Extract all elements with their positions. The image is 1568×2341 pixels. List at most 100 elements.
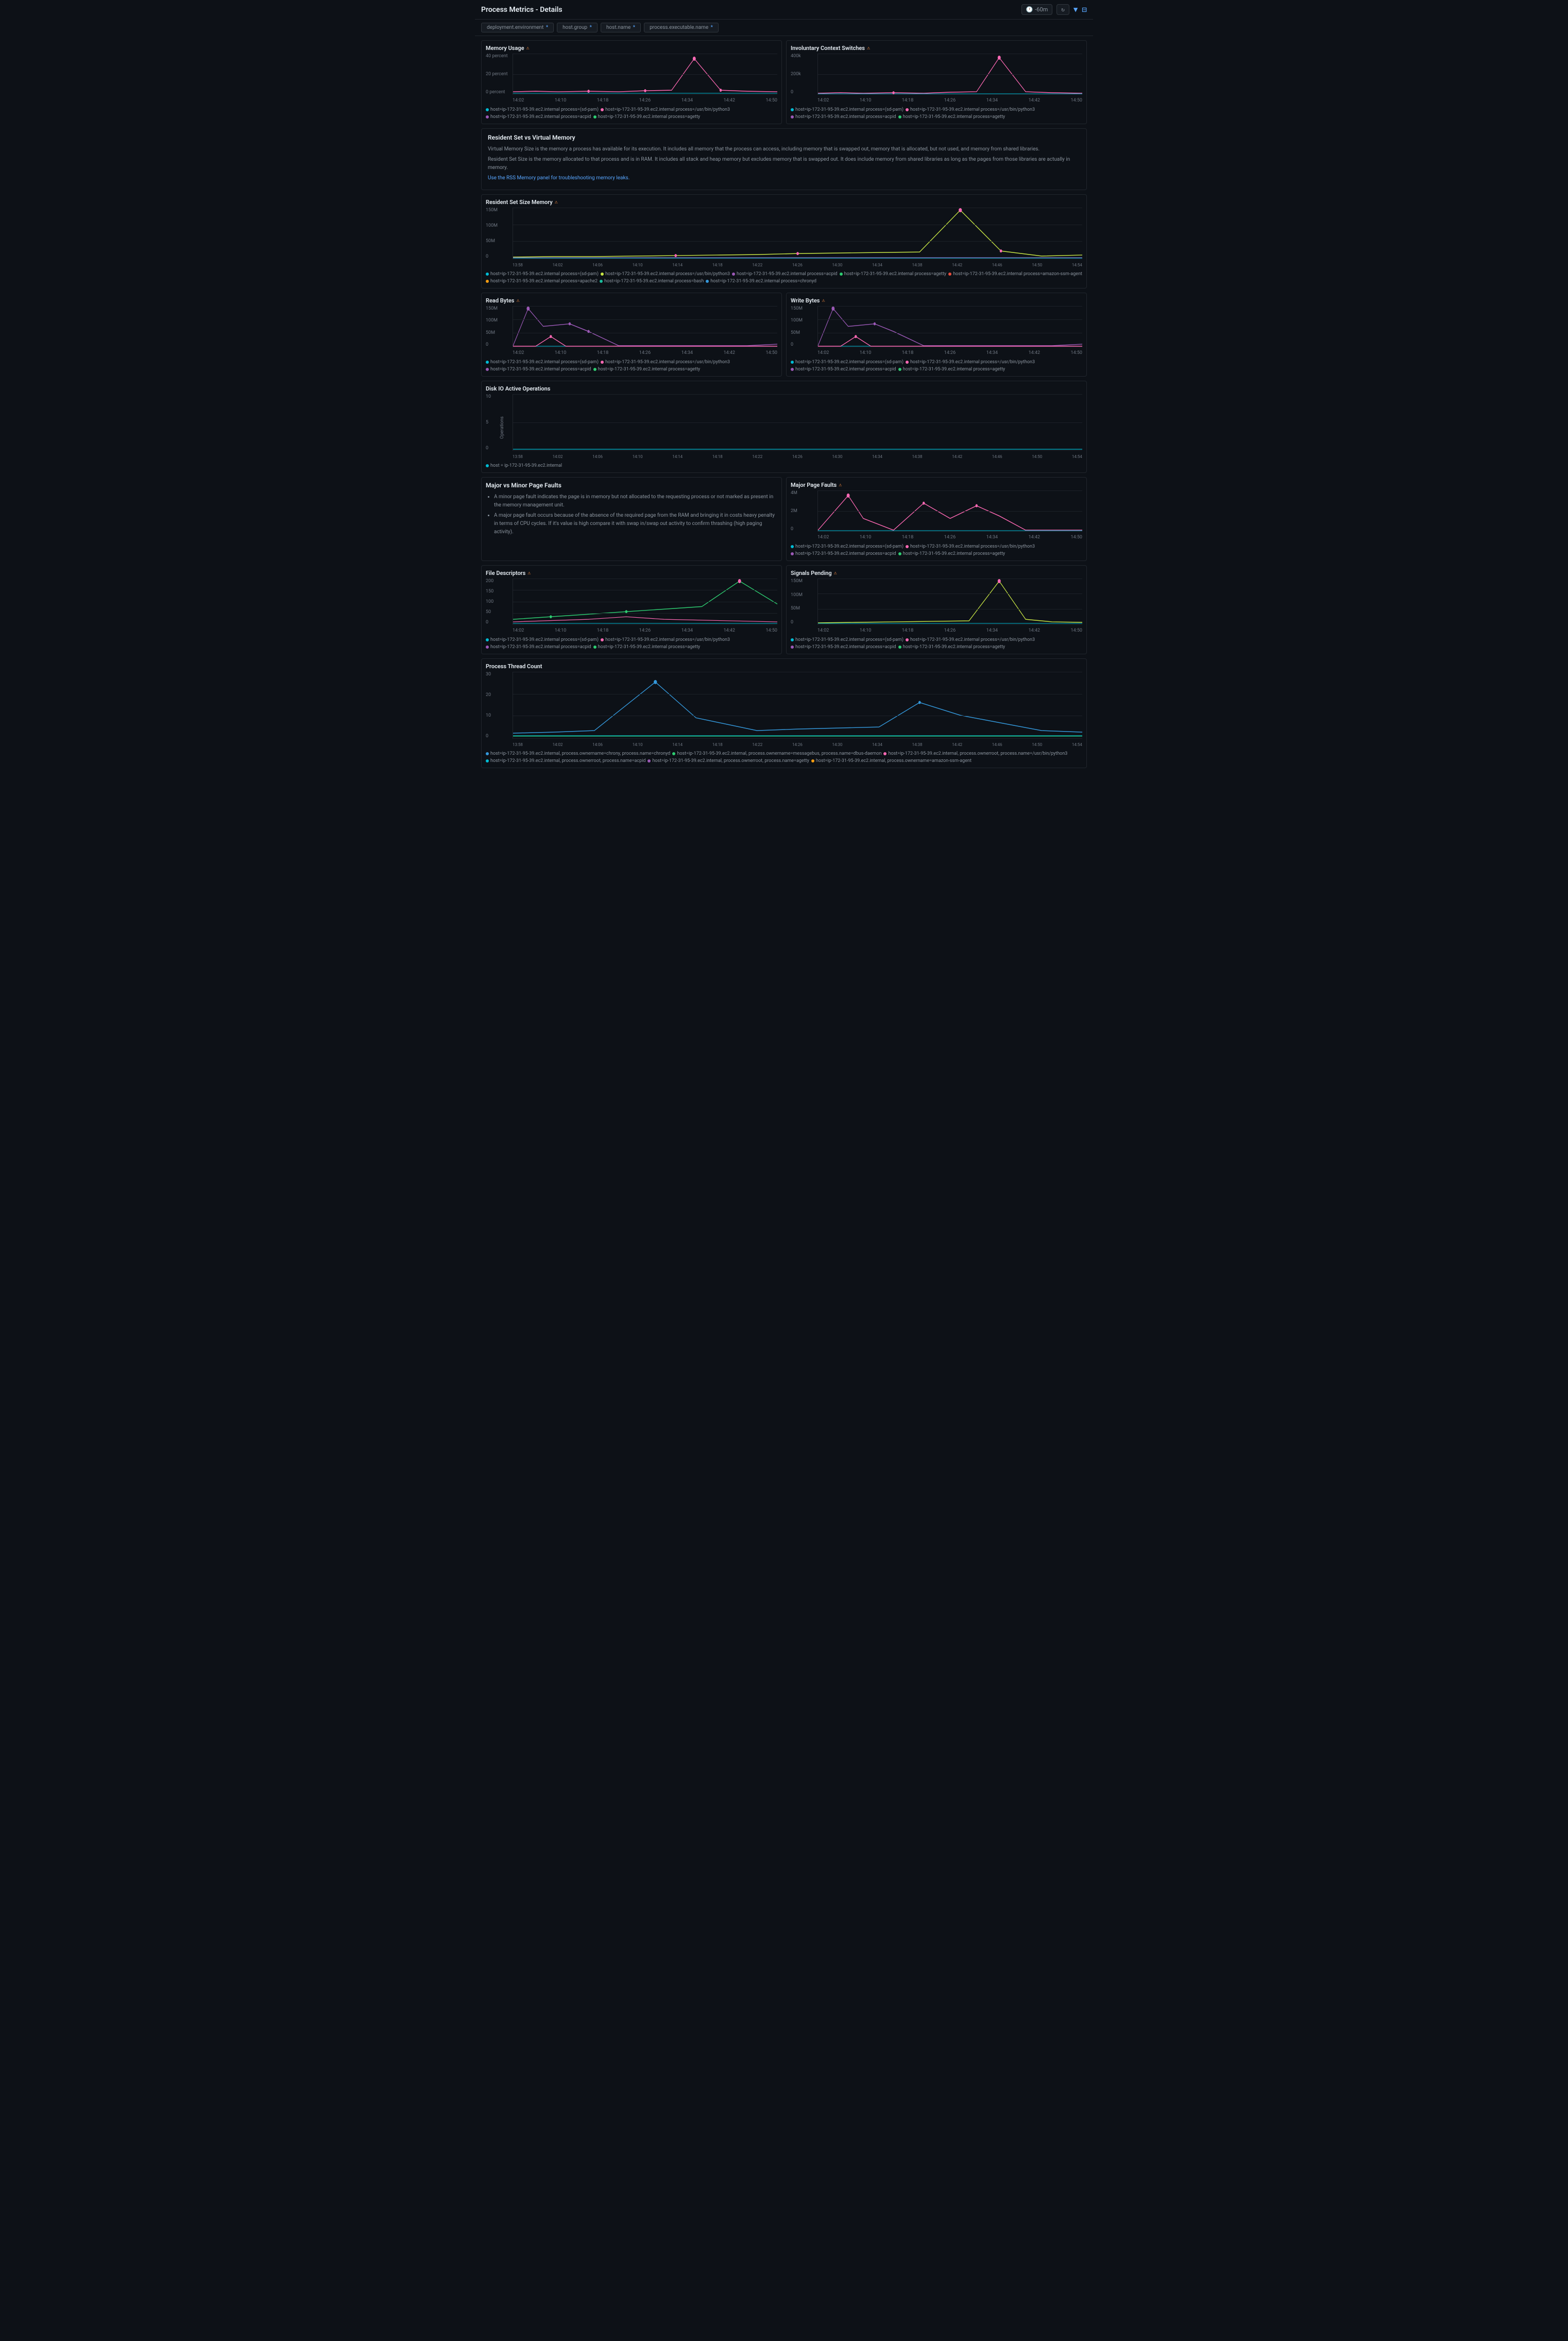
resident-desc2: Resident Set Size is the memory allocate… xyxy=(488,156,1080,172)
signals-x-axis: 14:02 14:10 14:18 14:26 14:34 14:42 14:5… xyxy=(817,626,1082,635)
grid-line xyxy=(513,613,777,614)
memory-y-axis: 40 percent 20 percent 0 percent xyxy=(486,54,513,95)
major-faults-y-axis: 4M 2M 0 xyxy=(791,490,817,532)
clock-icon: 🕐 xyxy=(1026,6,1033,13)
legend-dot xyxy=(486,759,489,762)
legend-item: host=ip-172-31-95-39.ec2.internal proces… xyxy=(486,107,599,112)
diskio-chart: 10 5 0 Operations 13:58 xyxy=(486,394,1082,461)
legend-item: host=ip-172-31-95-39.ec2.internal proces… xyxy=(948,272,1082,277)
thread-svg xyxy=(513,672,1082,738)
major-faults-alert-icon: ⚠ xyxy=(839,482,842,488)
grid-line xyxy=(818,306,1082,307)
filter-tab-hostname[interactable]: host.name * xyxy=(601,23,641,32)
memory-usage-panel: Memory Usage ⚠ 40 percent 20 percent 0 p… xyxy=(481,40,782,124)
memory-usage-title: Memory Usage ⚠ xyxy=(486,45,777,52)
filter-icon[interactable]: ▼ xyxy=(1073,6,1078,14)
signals-chart-inner xyxy=(817,579,1082,625)
legend-dot xyxy=(906,108,909,111)
legend-dot xyxy=(791,108,794,111)
filter-tab-hostgroup[interactable]: host.group * xyxy=(557,23,598,32)
legend-item: host=ip-172-31-95-39.ec2.internal proces… xyxy=(706,279,816,284)
legend-dot xyxy=(672,752,675,755)
legend-dot xyxy=(906,361,909,364)
legend-item: host=ip-172-31-95-39.ec2.internal proces… xyxy=(791,551,896,556)
funnel-icon[interactable]: ⊟ xyxy=(1082,5,1087,14)
row-diskio: Disk IO Active Operations 10 5 0 Operati… xyxy=(481,381,1087,473)
row-page-faults: Major vs Minor Page Faults A minor page … xyxy=(481,477,1087,561)
rss-y-axis: 150M 100M 50M 0 xyxy=(486,208,513,259)
major-faults-title: Major Page Faults ⚠ xyxy=(791,482,1082,488)
legend-dot xyxy=(732,273,735,276)
legend-item: host=ip-172-31-95-39.ec2.internal proces… xyxy=(898,644,1005,650)
signals-svg xyxy=(818,579,1082,624)
legend-dot xyxy=(811,759,814,762)
legend-item: host=ip-172-31-95-39.ec2.internal proces… xyxy=(486,114,591,120)
memory-legend: host=ip-172-31-95-39.ec2.internal proces… xyxy=(486,107,777,120)
legend-item: host=ip-172-31-95-39.ec2.internal proces… xyxy=(791,360,904,365)
read-chart-inner xyxy=(513,306,777,347)
legend-dot xyxy=(593,646,596,649)
major-minor-title: Major vs Minor Page Faults xyxy=(486,482,777,489)
major-faults-chart-inner xyxy=(817,490,1082,532)
thread-x-axis: 13:58 14:02 14:06 14:10 14:14 14:18 14:2… xyxy=(513,740,1082,749)
legend-item: host=ip-172-31-95-39.ec2.internal proces… xyxy=(486,367,591,372)
legend-dot xyxy=(601,638,604,641)
legend-dot xyxy=(791,368,794,371)
row-thread-count: Process Thread Count 30 20 10 0 xyxy=(481,658,1087,768)
grid-line xyxy=(818,319,1082,320)
rss-panel: Resident Set Size Memory ⚠ 150M 100M 50M… xyxy=(481,194,1087,289)
write-x-axis: 14:02 14:10 14:18 14:26 14:34 14:42 14:5… xyxy=(817,348,1082,358)
fd-chart: 200 150 100 50 0 xyxy=(486,579,777,635)
legend-dot xyxy=(906,545,909,548)
legend-item: host=ip-172-31-95-39.ec2.internal proces… xyxy=(906,544,1035,549)
grid-line xyxy=(513,74,777,75)
major-faults-legend: host=ip-172-31-95-39.ec2.internal proces… xyxy=(791,544,1082,556)
signals-legend: host=ip-172-31-95-39.ec2.internal proces… xyxy=(791,637,1082,650)
legend-item: host=ip-172-31-95-39.ec2.internal, proce… xyxy=(883,751,1067,756)
filter-tabs: deployment.environment * host.group * ho… xyxy=(475,20,1093,36)
legend-dot xyxy=(486,752,489,755)
grid-line xyxy=(513,306,777,307)
thread-chart-inner xyxy=(513,672,1082,739)
involuntary-y-axis: 400k 200k 0 xyxy=(791,54,817,95)
thread-legend: host=ip-172-31-95-39.ec2.internal, proce… xyxy=(486,751,1082,764)
legend-item: host=ip-172-31-95-39.ec2.internal proces… xyxy=(593,367,701,372)
refresh-button[interactable]: ↻ xyxy=(1056,4,1069,15)
legend-dot xyxy=(898,552,901,555)
read-alert-icon: ⚠ xyxy=(516,298,519,303)
major-minor-list: A minor page fault indicates the page is… xyxy=(494,493,777,536)
signals-chart: 150M 100M 50M 0 xyxy=(791,579,1082,635)
signals-pending-panel: Signals Pending ⚠ 150M 100M 50M 0 xyxy=(786,565,1087,654)
legend-item: host=ip-172-31-95-39.ec2.internal proces… xyxy=(732,272,838,277)
legend-item: host = ip-172-31-95-39.ec2.internal xyxy=(486,463,562,468)
row-memory-involuntary: Memory Usage ⚠ 40 percent 20 percent 0 p… xyxy=(481,40,1087,124)
legend-dot xyxy=(791,552,794,555)
legend-dot xyxy=(840,273,843,276)
grid-line xyxy=(513,422,1082,423)
diskio-legend: host = ip-172-31-95-39.ec2.internal xyxy=(486,463,1082,468)
legend-item: host=ip-172-31-95-39.ec2.internal proces… xyxy=(486,644,591,650)
legend-item: host=ip-172-31-95-39.ec2.internal proces… xyxy=(906,637,1035,642)
time-control[interactable]: 🕐 -60m xyxy=(1021,4,1053,15)
legend-dot xyxy=(486,368,489,371)
row-readwrite-bytes: Read Bytes ⚠ 150M 100M 50M 0 xyxy=(481,293,1087,377)
legend-item: host=ip-172-31-95-39.ec2.internal proces… xyxy=(486,637,599,642)
bullet2: A major page fault occurs because of the… xyxy=(494,512,777,536)
thread-count-chart: 30 20 10 0 xyxy=(486,672,1082,749)
write-bytes-title: Write Bytes ⚠ xyxy=(791,297,1082,304)
filter-tab-process[interactable]: process.executable.name * xyxy=(644,23,719,32)
legend-dot xyxy=(486,280,489,283)
filter-tab-deployment[interactable]: deployment.environment * xyxy=(481,23,554,32)
legend-item: host=ip-172-31-95-39.ec2.internal, proce… xyxy=(811,758,972,764)
diskio-chart-inner xyxy=(513,394,1082,451)
rss-alert-icon: ⚠ xyxy=(555,199,558,205)
legend-dot xyxy=(791,646,794,649)
rss-svg xyxy=(513,208,1082,259)
legend-dot xyxy=(593,115,596,118)
write-bytes-chart: 150M 100M 50M 0 xyxy=(791,306,1082,358)
legend-item: host=ip-172-31-95-39.ec2.internal proces… xyxy=(898,367,1005,372)
diskio-title: Disk IO Active Operations xyxy=(486,385,1082,392)
legend-dot xyxy=(486,361,489,364)
grid-line xyxy=(818,94,1082,95)
legend-item: host=ip-172-31-95-39.ec2.internal proces… xyxy=(601,360,730,365)
